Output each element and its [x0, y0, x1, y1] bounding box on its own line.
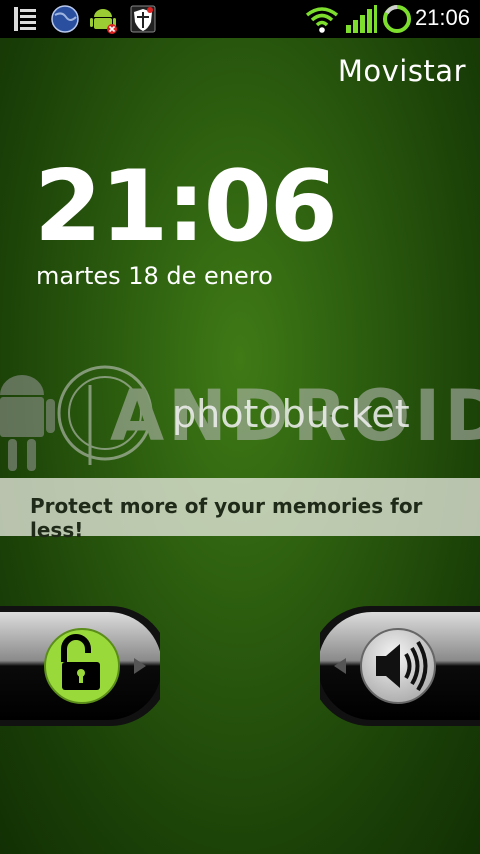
- wifi-icon: [305, 7, 339, 33]
- signal-bars-icon: [346, 5, 377, 33]
- lockscreen-clock: 21:06: [34, 150, 338, 264]
- menu-lines-icon: [14, 7, 36, 31]
- photobucket-watermark: photobucket: [172, 392, 410, 436]
- android-update-icon: [90, 9, 117, 34]
- unlock-slider[interactable]: [0, 604, 160, 728]
- status-time: 21:06: [414, 5, 470, 30]
- sound-slider[interactable]: [320, 604, 480, 728]
- shield-app-icon: [130, 5, 156, 33]
- sync-ring-icon: [383, 5, 411, 33]
- lockscreen-date: martes 18 de enero: [36, 262, 273, 290]
- carrier-name: Movistar: [337, 54, 466, 88]
- globe-icon: [51, 5, 79, 33]
- promo-text: Protect more of your memories for less!: [30, 494, 423, 542]
- status-bar: 21:06: [0, 0, 480, 38]
